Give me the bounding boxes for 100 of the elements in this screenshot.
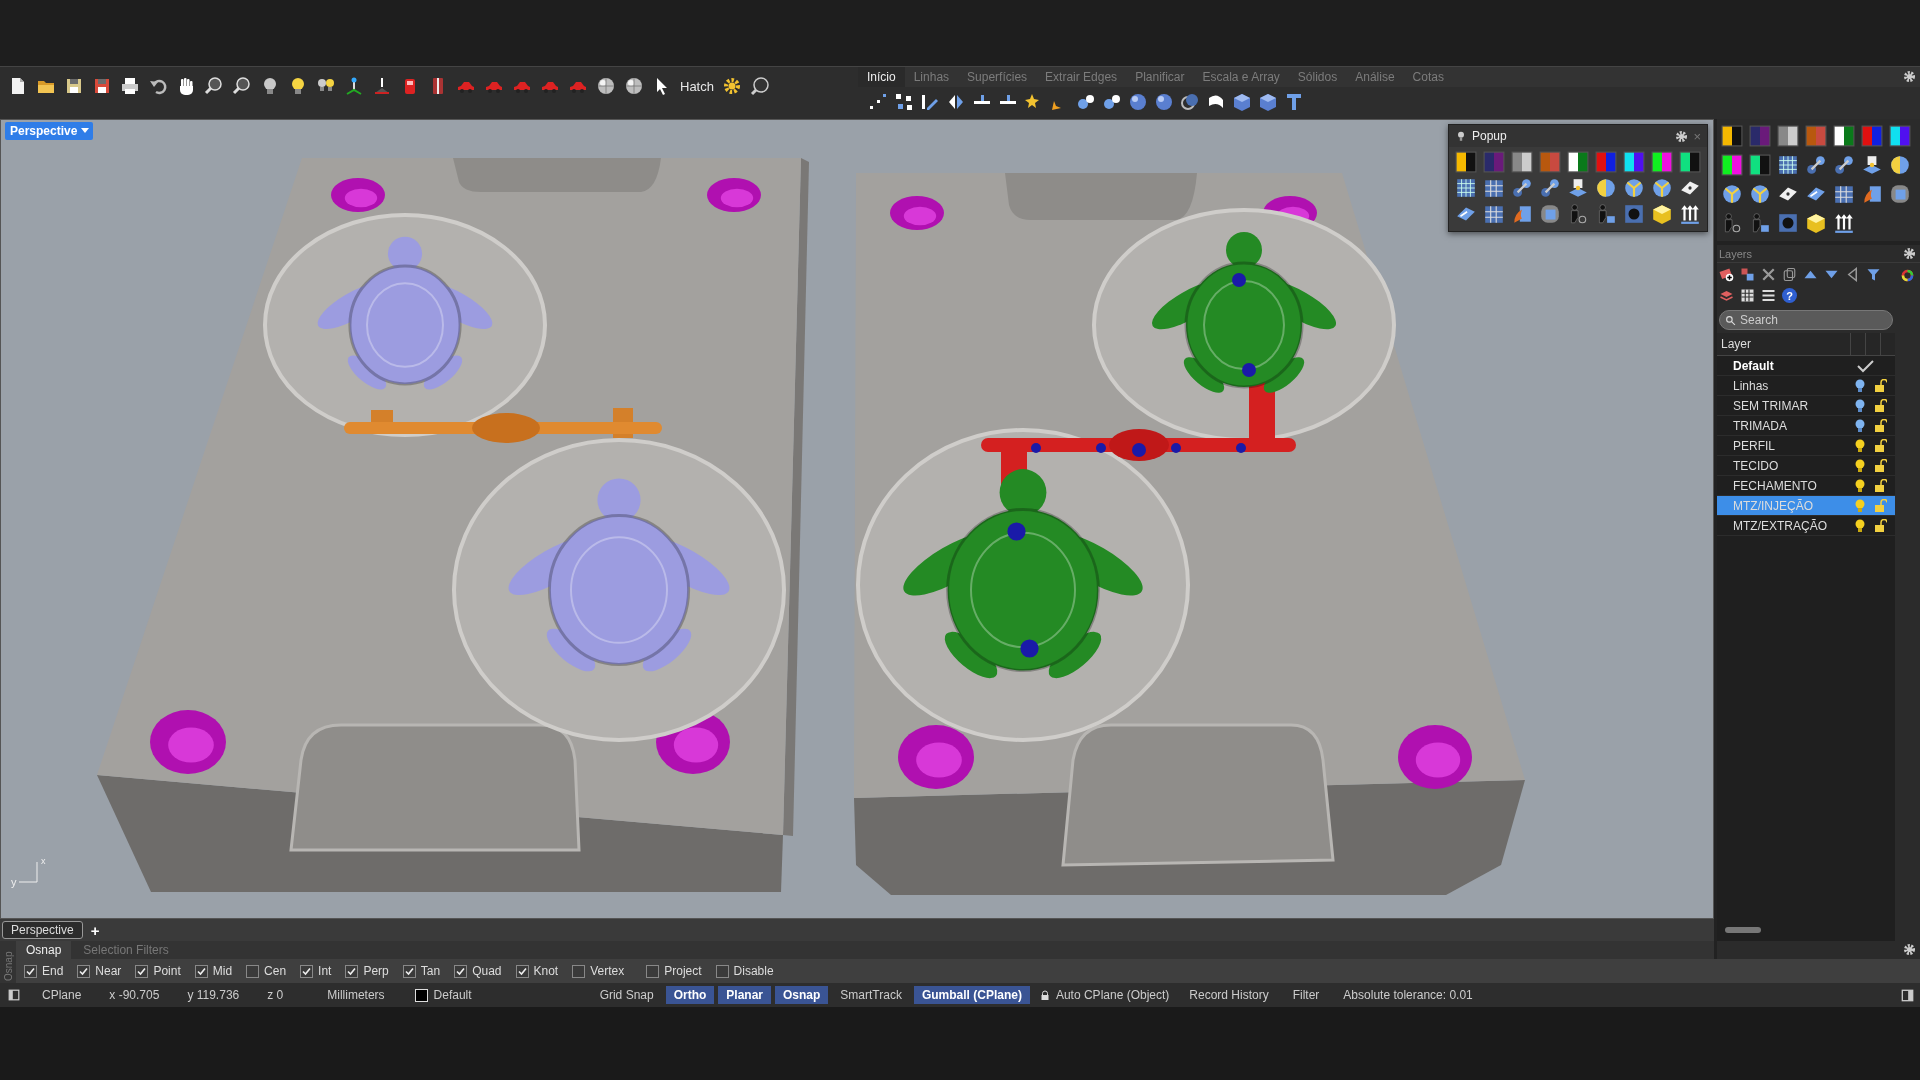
- padlock-icon[interactable]: [1039, 989, 1050, 1001]
- linked-spheres-icon[interactable]: [1539, 177, 1561, 199]
- sphere-icon[interactable]: [624, 76, 644, 96]
- panel-toggle-icon[interactable]: [8, 989, 20, 1001]
- layer-row[interactable]: TRIMADA: [1717, 416, 1895, 436]
- viewport-title-button[interactable]: Perspective: [5, 122, 94, 140]
- layer-row[interactable]: Linhas: [1717, 376, 1895, 396]
- rounded-frame-icon[interactable]: [1539, 203, 1561, 225]
- status-toggle[interactable]: Planar: [718, 986, 771, 1004]
- arrows-up-icon[interactable]: [1833, 212, 1855, 234]
- checkbox[interactable]: [515, 964, 529, 978]
- sphere-icon[interactable]: [1721, 183, 1743, 205]
- grid-box-icon[interactable]: [1483, 177, 1505, 199]
- linked-spheres-icon[interactable]: [1511, 177, 1533, 199]
- color-swatch-icon[interactable]: [1721, 154, 1743, 176]
- sublayer-icon[interactable]: [1740, 267, 1755, 282]
- help-button[interactable]: ?: [1782, 288, 1797, 303]
- lightbulb-icon[interactable]: [1855, 378, 1865, 393]
- grid-box-icon[interactable]: [1833, 183, 1855, 205]
- cplane-label[interactable]: CPlane: [42, 988, 82, 1002]
- units-label[interactable]: Millimeters: [327, 988, 385, 1002]
- cube-icon[interactable]: [1232, 92, 1252, 112]
- zoom-icon[interactable]: [204, 76, 224, 96]
- linked-spheres-icon[interactable]: [1805, 154, 1827, 176]
- target-icon[interactable]: [1777, 212, 1799, 234]
- sphere-icon[interactable]: [1651, 177, 1673, 199]
- mesh-grid-icon[interactable]: [1455, 177, 1477, 199]
- pencil-icon[interactable]: [920, 92, 940, 112]
- checkbox[interactable]: [454, 964, 468, 978]
- layer-row[interactable]: Default: [1717, 356, 1895, 376]
- open-padlock-icon[interactable]: [1875, 459, 1887, 472]
- printer-icon[interactable]: [120, 76, 140, 96]
- stamp-icon[interactable]: [1861, 154, 1883, 176]
- checkbox[interactable]: [77, 964, 91, 978]
- color-swatch-icon[interactable]: [1511, 151, 1533, 173]
- sphere-icon[interactable]: [1595, 177, 1617, 199]
- zoom-icon[interactable]: [232, 76, 252, 96]
- lightbulb-icon[interactable]: [1855, 418, 1865, 433]
- checkbox[interactable]: [345, 964, 359, 978]
- rounded-frame-icon[interactable]: [1889, 183, 1911, 205]
- checkbox[interactable]: [194, 964, 208, 978]
- panel-tab[interactable]: Osnap: [16, 941, 72, 959]
- color-swatch-icon[interactable]: [1567, 151, 1589, 173]
- checkbox[interactable]: [246, 964, 260, 978]
- marker-icon[interactable]: [344, 76, 364, 96]
- status-toggle[interactable]: Grid Snap: [591, 986, 662, 1004]
- checkbox[interactable]: [646, 964, 660, 978]
- color-swatch-icon[interactable]: [1805, 125, 1827, 147]
- filter-icon[interactable]: [1866, 267, 1881, 282]
- color-swatch-icon[interactable]: [1679, 151, 1701, 173]
- sphere-icon[interactable]: [1128, 92, 1148, 112]
- sphere-icon[interactable]: [1623, 177, 1645, 199]
- marker-icon[interactable]: [372, 76, 392, 96]
- arrows-up-icon[interactable]: [1679, 203, 1701, 225]
- points-icon[interactable]: [868, 92, 888, 112]
- color-swatch-icon[interactable]: [1833, 125, 1855, 147]
- settings-icon[interactable]: [1903, 70, 1916, 83]
- sphere-icon[interactable]: [1749, 183, 1771, 205]
- checkbox[interactable]: [715, 964, 729, 978]
- panel-toggle-icon[interactable]: [1901, 988, 1914, 1002]
- color-swatch-icon[interactable]: [1483, 151, 1505, 173]
- flame-panel-icon[interactable]: [1511, 203, 1533, 225]
- ribbon-tab[interactable]: Início: [858, 67, 905, 87]
- settings-icon[interactable]: [1675, 129, 1689, 143]
- color-swatch-icon[interactable]: [1721, 125, 1743, 147]
- target-icon[interactable]: [1623, 203, 1645, 225]
- color-swatch-icon[interactable]: [1889, 125, 1911, 147]
- zoom-icon[interactable]: [749, 76, 770, 96]
- layer-row[interactable]: MTZ/EXTRAÇÃO: [1717, 516, 1895, 536]
- checkbox[interactable]: [24, 964, 37, 978]
- open-padlock-icon[interactable]: [1875, 399, 1887, 412]
- status-toggle[interactable]: Osnap: [775, 986, 829, 1004]
- viewport-tab[interactable]: Perspective: [2, 921, 83, 939]
- sphere-icon[interactable]: [596, 76, 616, 96]
- record-history-toggle[interactable]: Record History: [1189, 988, 1269, 1002]
- layer-row[interactable]: PERFIL: [1717, 436, 1895, 456]
- copy-icon[interactable]: [1782, 267, 1797, 282]
- color-swatch-icon[interactable]: [1861, 125, 1883, 147]
- grid-view-icon[interactable]: [1740, 288, 1755, 303]
- flame-panel-icon[interactable]: [1861, 183, 1883, 205]
- checkbox[interactable]: [135, 964, 149, 978]
- color-swatch-icon[interactable]: [1595, 151, 1617, 173]
- layer-color-swatch[interactable]: [414, 988, 428, 1002]
- sphere-icon[interactable]: [1889, 154, 1911, 176]
- search-field[interactable]: Search: [1719, 310, 1893, 330]
- gear-icon[interactable]: [721, 76, 742, 96]
- spheres-icon[interactable]: [1076, 92, 1096, 112]
- open-padlock-icon[interactable]: [1875, 439, 1887, 452]
- filter-toggle[interactable]: Filter: [1292, 988, 1320, 1002]
- status-toggle[interactable]: SmartTrack: [832, 986, 910, 1004]
- status-toggle[interactable]: Ortho: [665, 986, 715, 1004]
- grid-points-icon[interactable]: [894, 92, 914, 112]
- color-swatch-icon[interactable]: [1749, 125, 1771, 147]
- mesh-grid-icon[interactable]: [1777, 154, 1799, 176]
- settings-icon[interactable]: [1903, 247, 1916, 260]
- status-toggle[interactable]: Gumball (CPlane): [913, 986, 1030, 1004]
- current-layer-label[interactable]: Default: [433, 988, 472, 1002]
- lightbulb-icon[interactable]: [1855, 458, 1865, 473]
- triangle-left-icon[interactable]: [1845, 267, 1860, 282]
- color-swatch-icon[interactable]: [1455, 151, 1477, 173]
